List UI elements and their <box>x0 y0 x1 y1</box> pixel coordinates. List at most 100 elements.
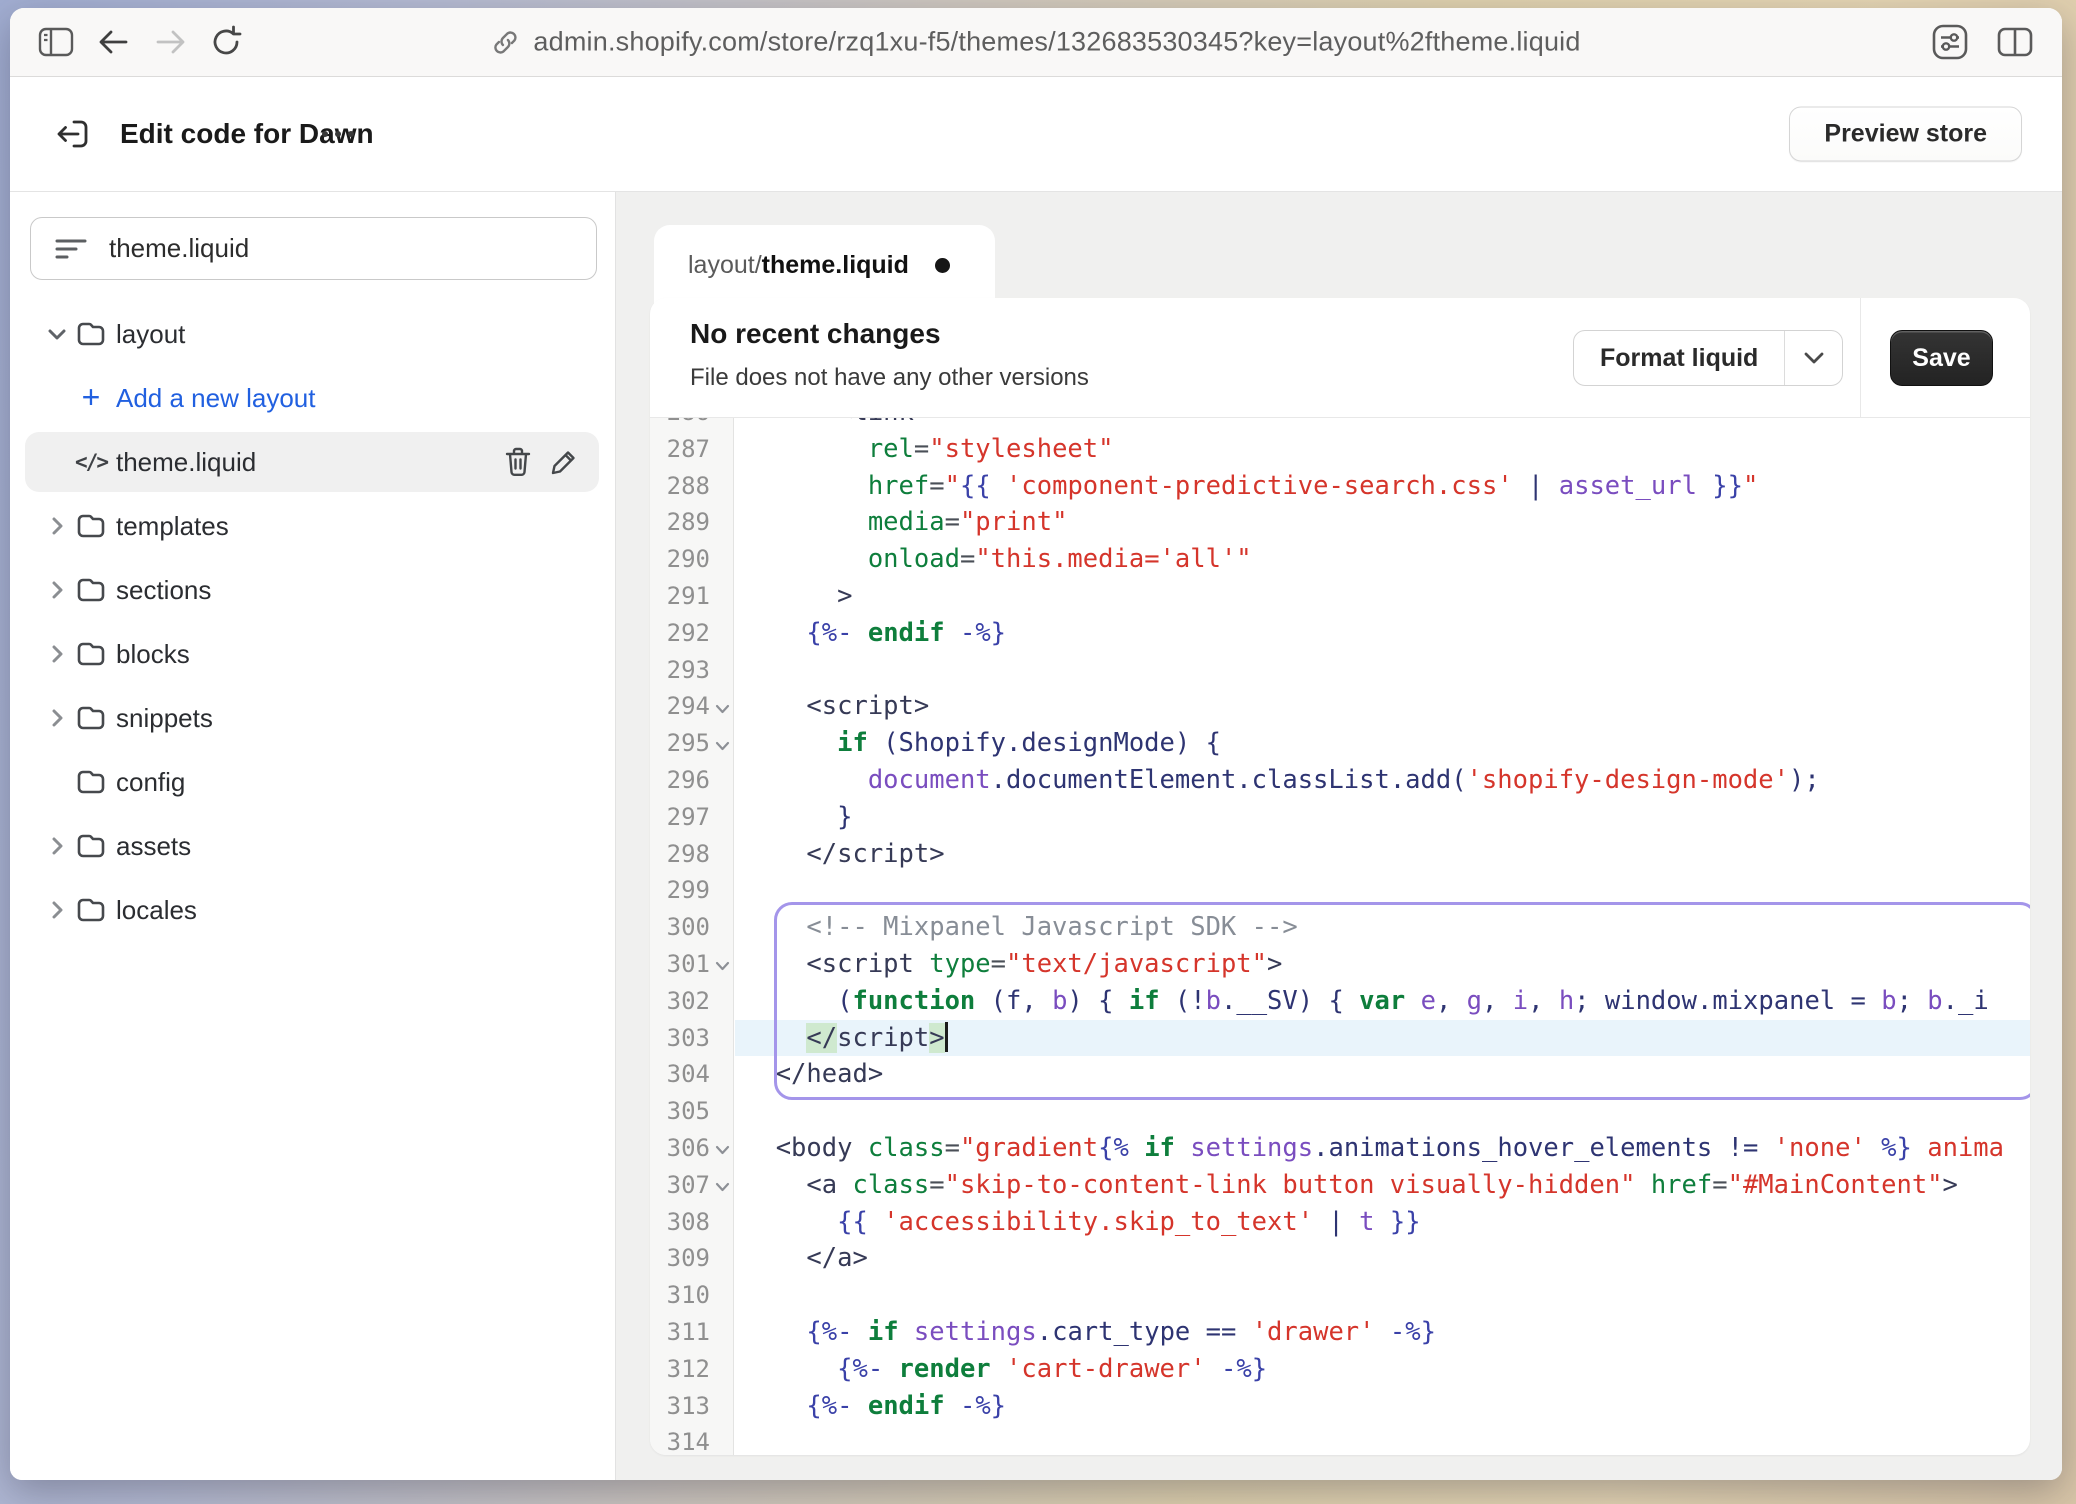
line-number[interactable]: 308 <box>650 1204 710 1241</box>
fold-icon[interactable] <box>710 1178 735 1192</box>
code-line[interactable]: 308 {{ 'accessibility.skip_to_text' | t … <box>650 1204 2030 1241</box>
sidebar-item-sections[interactable]: sections <box>10 558 615 622</box>
line-number[interactable]: 313 <box>650 1388 710 1425</box>
code-line[interactable]: 311 {%- if settings.cart_type == 'drawer… <box>650 1314 2030 1351</box>
chevron-right-icon[interactable] <box>47 517 67 535</box>
code-line[interactable]: 293 <box>650 652 2030 689</box>
code-line[interactable]: 298 </script> <box>650 836 2030 873</box>
line-number[interactable]: 287 <box>650 431 710 468</box>
line-number[interactable]: 297 <box>650 799 710 836</box>
line-number[interactable]: 293 <box>650 652 710 689</box>
code-line[interactable]: 303 </script> <box>650 1020 2030 1057</box>
code-line[interactable]: 305 <box>650 1093 2030 1130</box>
code-line[interactable]: 292 {%- endif -%} <box>650 615 2030 652</box>
sidebar-item-add-a-new-layout[interactable]: +Add a new layout <box>10 366 615 430</box>
code-line[interactable]: 314 <box>650 1424 2030 1455</box>
exit-editor-button[interactable] <box>48 110 96 158</box>
chevron-right-icon[interactable] <box>47 645 67 663</box>
sidebar-item-locales[interactable]: locales <box>10 878 615 942</box>
sidebar-toggle-icon[interactable] <box>38 27 74 57</box>
sidebar-item-templates[interactable]: templates <box>10 494 615 558</box>
fold-icon[interactable] <box>710 957 735 971</box>
file-filter-input[interactable]: theme.liquid <box>30 217 597 280</box>
line-number[interactable]: 294 <box>650 688 710 725</box>
more-options-icon[interactable] <box>322 131 354 137</box>
code-line[interactable]: 290 onload="this.media='all'" <box>650 541 2030 578</box>
address-bar[interactable]: admin.shopify.com/store/rzq1xu-f5/themes… <box>491 27 1580 58</box>
line-number[interactable]: 290 <box>650 541 710 578</box>
code-line[interactable]: 295 if (Shopify.designMode) { <box>650 725 2030 762</box>
sidebar-item-theme-liquid[interactable]: </>theme.liquid <box>10 430 615 494</box>
line-number[interactable]: 311 <box>650 1314 710 1351</box>
code-line[interactable]: 299 <box>650 872 2030 909</box>
line-number[interactable]: 307 <box>650 1167 710 1204</box>
extensions-icon[interactable] <box>1930 22 1970 62</box>
code-line[interactable]: 296 document.documentElement.classList.a… <box>650 762 2030 799</box>
split-view-icon[interactable] <box>1996 26 2034 58</box>
reload-icon[interactable] <box>210 25 242 59</box>
line-number[interactable]: 296 <box>650 762 710 799</box>
code-line[interactable]: 300 <!-- Mixpanel Javascript SDK --> <box>650 909 2030 946</box>
line-number[interactable]: 295 <box>650 725 710 762</box>
fold-icon[interactable] <box>710 1141 735 1155</box>
chevron-right-icon[interactable] <box>47 837 67 855</box>
code-line[interactable]: 289 media="print" <box>650 504 2030 541</box>
line-number[interactable]: 288 <box>650 468 710 505</box>
chevron-right-icon[interactable] <box>47 709 67 727</box>
format-liquid-button[interactable]: Format liquid <box>1573 330 1843 386</box>
chevron-right-icon[interactable] <box>47 901 67 919</box>
line-number[interactable]: 303 <box>650 1020 710 1057</box>
code-editor[interactable]: 286 <link287 rel="stylesheet"288 href="{… <box>650 418 2030 1455</box>
line-number[interactable]: 299 <box>650 872 710 909</box>
back-icon[interactable] <box>96 28 130 56</box>
code-line[interactable]: 294 <script> <box>650 688 2030 725</box>
line-number[interactable]: 292 <box>650 615 710 652</box>
code-line[interactable]: 310 <box>650 1277 2030 1314</box>
line-number[interactable]: 314 <box>650 1424 710 1455</box>
line-number[interactable]: 306 <box>650 1130 710 1167</box>
line-number[interactable]: 312 <box>650 1351 710 1388</box>
fold-icon[interactable] <box>710 700 735 714</box>
code-line[interactable]: 313 {%- endif -%} <box>650 1388 2030 1425</box>
sidebar-item-blocks[interactable]: blocks <box>10 622 615 686</box>
code-line[interactable]: 304 </head> <box>650 1056 2030 1093</box>
format-liquid-label[interactable]: Format liquid <box>1574 331 1784 385</box>
code-line[interactable]: 306 <body class="gradient{% if settings.… <box>650 1130 2030 1167</box>
code-line[interactable]: 309 </a> <box>650 1240 2030 1277</box>
line-number[interactable]: 302 <box>650 983 710 1020</box>
sidebar-item-layout[interactable]: layout <box>10 302 615 366</box>
forward-icon[interactable] <box>154 28 188 56</box>
fold-icon[interactable] <box>710 737 735 751</box>
line-number[interactable]: 305 <box>650 1093 710 1130</box>
sidebar-item-snippets[interactable]: snippets <box>10 686 615 750</box>
chevron-right-icon[interactable] <box>47 581 67 599</box>
line-number[interactable]: 289 <box>650 504 710 541</box>
rename-file-icon[interactable] <box>549 447 579 477</box>
line-number[interactable]: 309 <box>650 1240 710 1277</box>
code-line[interactable]: 291 > <box>650 578 2030 615</box>
save-button[interactable]: Save <box>1890 330 1993 386</box>
line-number[interactable]: 286 <box>650 418 710 431</box>
sidebar-item-assets[interactable]: assets <box>10 814 615 878</box>
code-line[interactable]: 312 {%- render 'cart-drawer' -%} <box>650 1351 2030 1388</box>
delete-file-icon[interactable] <box>503 446 533 478</box>
line-number[interactable]: 304 <box>650 1056 710 1093</box>
code-line[interactable]: 287 rel="stylesheet" <box>650 431 2030 468</box>
url-text[interactable]: admin.shopify.com/store/rzq1xu-f5/themes… <box>533 27 1580 58</box>
code-line[interactable]: 307 <a class="skip-to-content-link butto… <box>650 1167 2030 1204</box>
sidebar-item-config[interactable]: config <box>10 750 615 814</box>
code-line[interactable]: 286 <link <box>650 418 2030 431</box>
preview-store-button[interactable]: Preview store <box>1789 107 2022 162</box>
code-line[interactable]: 302 (function (f, b) { if (!b.__SV) { va… <box>650 983 2030 1020</box>
line-number[interactable]: 300 <box>650 909 710 946</box>
code-line[interactable]: 301 <script type="text/javascript"> <box>650 946 2030 983</box>
code-line[interactable]: 288 href="{{ 'component-predictive-searc… <box>650 468 2030 505</box>
chevron-down-icon[interactable] <box>47 329 67 340</box>
code-line[interactable]: 297 } <box>650 799 2030 836</box>
line-number[interactable]: 291 <box>650 578 710 615</box>
tab-theme-liquid[interactable]: layout/theme.liquid <box>654 225 995 305</box>
line-number[interactable]: 298 <box>650 836 710 873</box>
chevron-down-icon[interactable] <box>1784 331 1842 385</box>
line-number[interactable]: 310 <box>650 1277 710 1314</box>
line-number[interactable]: 301 <box>650 946 710 983</box>
